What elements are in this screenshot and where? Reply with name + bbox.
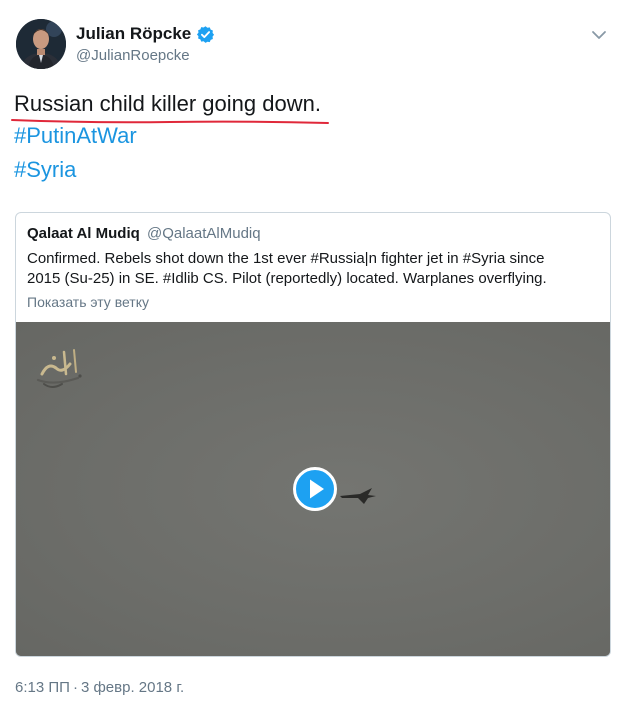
quoted-author-handle[interactable]: @QalaatAlMudiq <box>147 225 261 242</box>
profile-photo-icon <box>16 19 66 69</box>
tweet-date[interactable]: 3 февр. 2018 г. <box>81 679 184 696</box>
tweet-text: Russian child killer going down. <box>14 91 321 116</box>
aircraft-silhouette <box>340 488 376 504</box>
quoted-tweet-header: Qalaat Al Mudiq @QalaatAlMudiq <box>27 225 261 242</box>
chevron-down-icon[interactable] <box>590 26 608 44</box>
verified-badge-icon <box>197 25 215 43</box>
quoted-tweet-line: Confirmed. Rebels shot down the 1st ever… <box>27 250 545 267</box>
timestamp-separator: · <box>72 679 78 696</box>
avatar[interactable] <box>16 19 66 69</box>
quoted-author-name[interactable]: Qalaat Al Mudiq <box>27 225 140 242</box>
quoted-tweet-card[interactable]: Qalaat Al Mudiq @QalaatAlMudiq Confirmed… <box>15 212 611 657</box>
quoted-tweet-line: 2015 (Su-25) in SE. #Idlib CS. Pilot (re… <box>27 270 547 287</box>
author-handle[interactable]: @JulianRoepcke <box>76 47 190 64</box>
channel-watermark-logo <box>36 349 82 388</box>
tweet-timestamp[interactable]: 6:13 ПП · 3 февр. 2018 г. <box>15 679 184 696</box>
video-player[interactable] <box>16 322 610 656</box>
author-name[interactable]: Julian Röpcke <box>76 24 191 44</box>
quoted-tweet-text: Confirmed. Rebels shot down the 1st ever… <box>27 249 599 289</box>
hashtag-link[interactable]: #PutinAtWar <box>14 122 137 150</box>
tweet: Julian Röpcke @JulianRoepcke Russian chi… <box>0 0 620 709</box>
play-icon[interactable] <box>293 467 337 511</box>
show-thread-link[interactable]: Показать эту ветку <box>27 294 149 310</box>
tweet-time[interactable]: 6:13 ПП <box>15 679 70 696</box>
author-name-row[interactable]: Julian Röpcke <box>76 24 215 44</box>
hashtag-link[interactable]: #Syria <box>14 156 76 184</box>
